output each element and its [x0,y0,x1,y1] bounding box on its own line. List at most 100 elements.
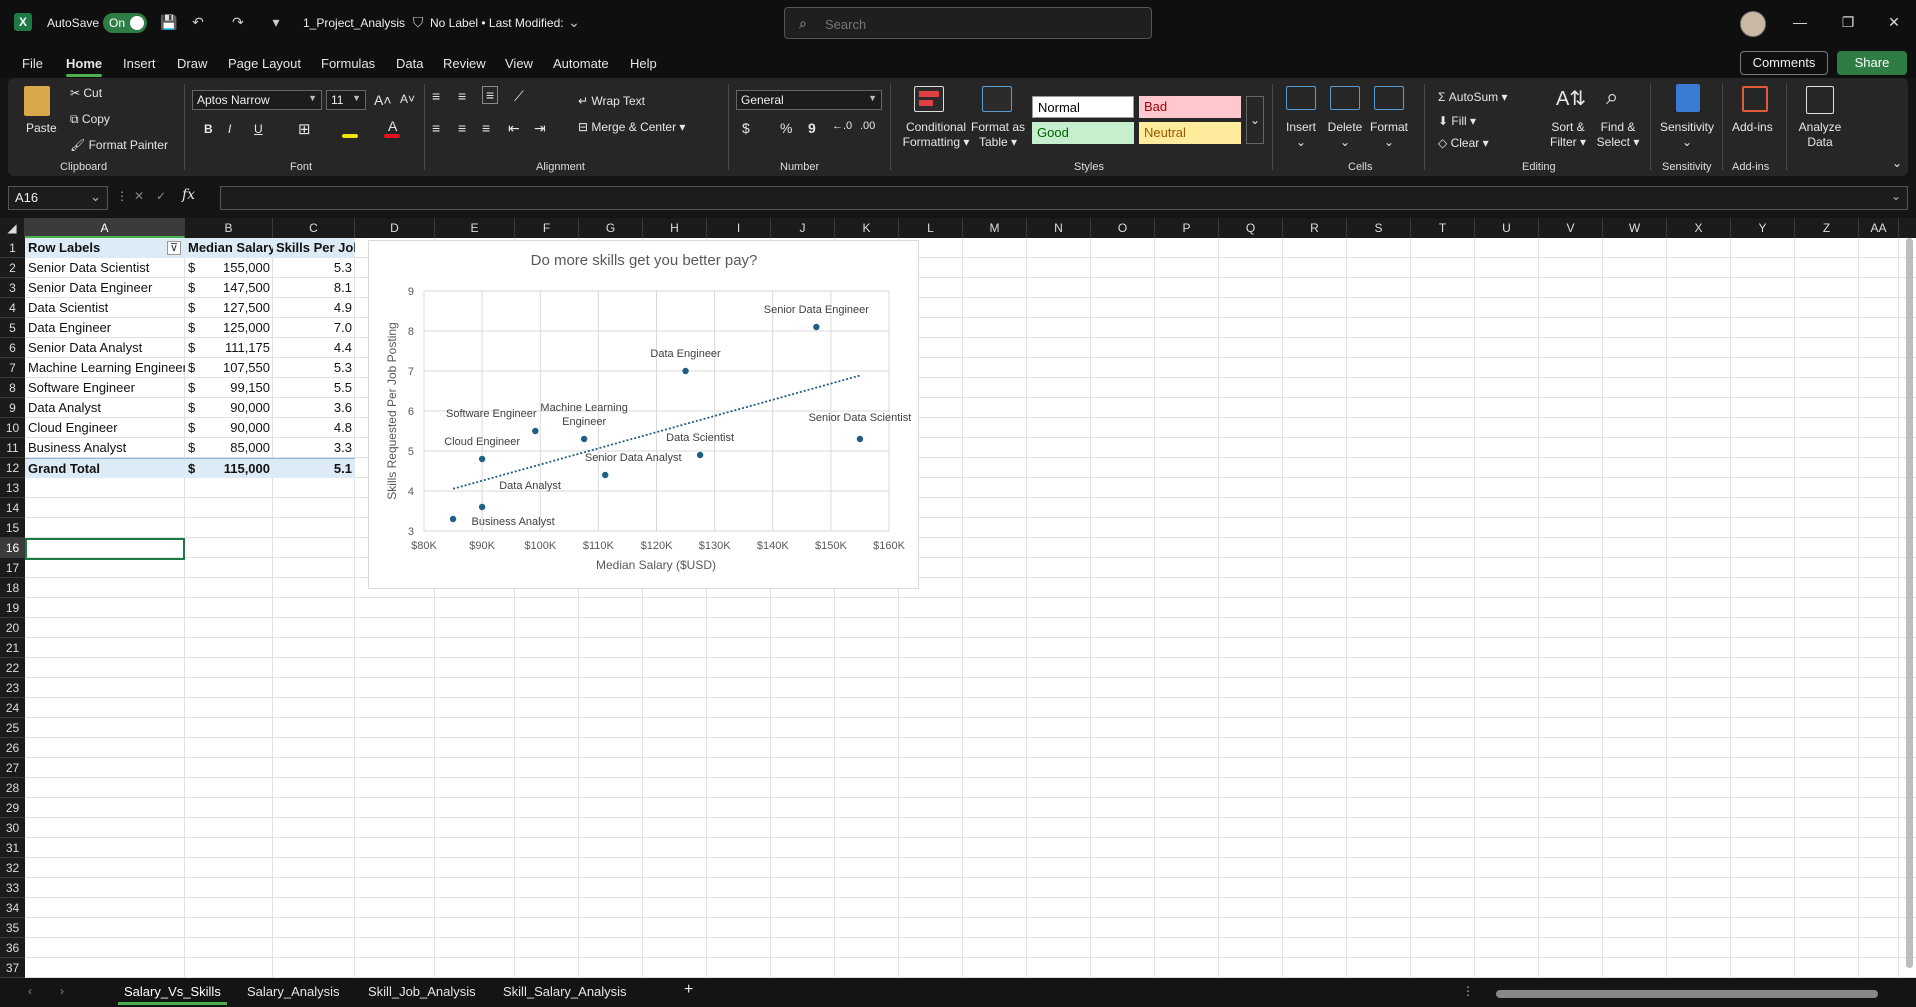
more-options-icon[interactable]: ⋮ [116,189,128,203]
more-options-icon[interactable]: ⋮ [1462,984,1474,998]
filter-dropdown-icon[interactable]: ⊽ [167,241,181,255]
row-header[interactable]: 28 [0,778,25,798]
tab-help[interactable]: Help [630,56,657,71]
sensitivity-icon[interactable] [1676,84,1700,112]
pivot-row-label[interactable]: Data Engineer [25,318,185,338]
column-header[interactable]: F [515,218,579,238]
row-header[interactable]: 30 [0,818,25,838]
tab-review[interactable]: Review [443,56,486,71]
merge-center-button[interactable]: ⊟ Merge & Center ▾ [578,120,685,134]
add-ins-icon[interactable] [1742,86,1768,112]
currency-symbol[interactable]: $ [185,418,205,438]
collapse-ribbon-icon[interactable]: ⌄ [1892,156,1902,170]
tab-view[interactable]: View [505,56,533,71]
percent-button[interactable]: % [780,120,792,136]
currency-symbol[interactable]: $ [185,298,205,318]
row-header[interactable]: 16 [0,538,25,558]
row-header[interactable]: 18 [0,578,25,598]
orientation-icon[interactable]: ⟋ [514,88,524,105]
search-input[interactable] [825,14,1125,34]
select-all-button[interactable]: ◢ [0,218,25,238]
row-header[interactable]: 14 [0,498,25,518]
find-icon[interactable]: ⌕ [1606,84,1618,110]
horizontal-scrollbar[interactable] [1496,990,1878,998]
row-header[interactable]: 37 [0,958,25,978]
pivot-median-salary[interactable]: 111,175 [205,338,273,358]
pivot-skills-per-job[interactable]: 5.3 [273,258,355,278]
row-header[interactable]: 33 [0,878,25,898]
style-bad[interactable]: Bad [1139,96,1241,118]
row-header[interactable]: 23 [0,678,25,698]
increase-font-icon[interactable]: A˄ [374,92,392,108]
row-header[interactable]: 35 [0,918,25,938]
column-header[interactable]: Z [1795,218,1859,238]
pivot-header-skills-per-job[interactable]: Skills Per Job [273,238,355,258]
analyze-data-button[interactable]: Analyze Data [1790,120,1850,150]
redo-icon[interactable]: ↷ [230,14,246,30]
insert-cells-icon[interactable] [1286,86,1316,110]
autosum-button[interactable]: Σ AutoSum ▾ [1438,90,1507,104]
row-header[interactable]: 5 [0,318,25,338]
pivot-median-salary[interactable]: 147,500 [205,278,273,298]
style-neutral[interactable]: Neutral [1139,122,1241,144]
row-header[interactable]: 6 [0,338,25,358]
currency-symbol[interactable]: $ [185,458,205,478]
row-header[interactable]: 20 [0,618,25,638]
pivot-skills-per-job[interactable]: 3.3 [273,438,355,458]
pivot-skills-per-job[interactable]: 5.5 [273,378,355,398]
add-sheet-button[interactable]: + [684,981,693,999]
pivot-skills-per-job[interactable]: 3.6 [273,398,355,418]
column-header[interactable]: T [1411,218,1475,238]
column-header[interactable]: G [579,218,643,238]
pivot-skills-per-job[interactable]: 4.4 [273,338,355,358]
scatter-chart[interactable]: Do more skills get you better pay? $80K $9… [368,240,919,589]
pivot-median-salary[interactable]: 107,550 [205,358,273,378]
conditional-formatting-button[interactable]: Conditional Formatting ▾ [896,120,976,150]
clear-button[interactable]: ◇ Clear ▾ [1438,136,1489,150]
align-left-icon[interactable]: ≡ [432,120,440,136]
pivot-skills-per-job[interactable]: 5.3 [273,358,355,378]
format-button[interactable]: Format ⌄ [1366,120,1412,150]
decrease-font-icon[interactable]: A˅ [400,92,415,106]
restore-icon[interactable]: ❐ [1838,12,1858,32]
row-header[interactable]: 21 [0,638,25,658]
column-header[interactable]: AA [1859,218,1899,238]
sheet-tab-skill-salary-analysis[interactable]: Skill_Salary_Analysis [503,984,627,999]
tab-file[interactable]: File [22,56,43,71]
currency-symbol[interactable]: $ [185,378,205,398]
customize-toolbar-icon[interactable]: ▾ [268,14,284,30]
column-header[interactable]: E [435,218,515,238]
column-header[interactable]: S [1347,218,1411,238]
style-normal[interactable]: Normal [1032,96,1134,118]
autosave-toggle[interactable]: On [103,13,147,33]
avatar[interactable] [1740,11,1766,37]
row-header[interactable]: 10 [0,418,25,438]
tab-draw[interactable]: Draw [177,56,207,71]
column-header[interactable]: B [185,218,273,238]
row-header[interactable]: 9 [0,398,25,418]
column-header[interactable]: I [707,218,771,238]
save-icon[interactable]: 💾 [160,14,177,30]
align-bottom-icon[interactable]: ≡ [482,86,499,104]
pivot-median-salary[interactable]: 125,000 [205,318,273,338]
pivot-median-salary[interactable]: 85,000 [205,438,273,458]
sheet-tab-salary-analysis[interactable]: Salary_Analysis [247,984,340,999]
enter-icon[interactable]: ✓ [156,189,166,203]
wrap-text-button[interactable]: ↵ Wrap Text [578,94,645,108]
row-header[interactable]: 22 [0,658,25,678]
pivot-median-salary[interactable]: 99,150 [205,378,273,398]
row-header[interactable]: 8 [0,378,25,398]
chevron-down-icon[interactable]: ⌄ [566,14,582,30]
pivot-header-median-salary[interactable]: Median Salary [185,238,273,258]
italic-button[interactable]: I [228,122,231,136]
currency-symbol[interactable]: $ [185,258,205,278]
paste-icon[interactable] [24,86,50,116]
currency-symbol[interactable]: $ [185,318,205,338]
cancel-icon[interactable]: ✕ [134,189,144,203]
font-size-dropdown[interactable]: 11 ▼ [326,90,366,110]
style-good[interactable]: Good [1032,122,1134,144]
pivot-row-label[interactable]: Data Scientist [25,298,185,318]
tab-home[interactable]: Home [66,56,103,77]
column-header[interactable]: K [835,218,899,238]
format-painter-button[interactable]: 🖌 Format Painter [70,138,168,152]
